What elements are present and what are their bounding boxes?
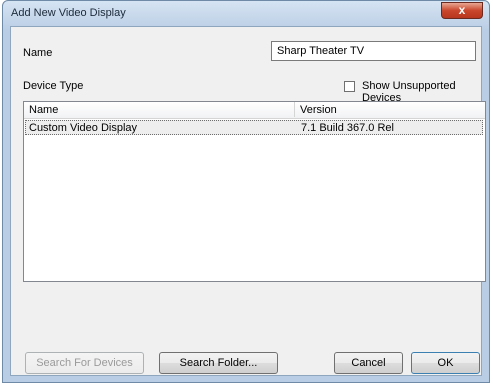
dialog-client-area: Name Device Type Show Unsupported Device…: [10, 26, 486, 376]
list-row[interactable]: Custom Video Display 7.1 Build 367.0 Rel: [25, 120, 483, 135]
title-bar[interactable]: Add New Video Display x: [3, 1, 489, 25]
dialog-window: Add New Video Display x Name Device Type…: [2, 0, 490, 383]
column-header-name[interactable]: Name: [29, 104, 58, 116]
name-label: Name: [23, 47, 53, 59]
show-unsupported-checkbox[interactable]: [344, 81, 355, 92]
search-for-devices-button[interactable]: Search For Devices: [25, 352, 144, 374]
column-divider[interactable]: [294, 102, 295, 117]
row-device-version: 7.1 Build 367.0 Rel: [301, 122, 394, 134]
close-button[interactable]: x: [441, 2, 483, 19]
ok-button[interactable]: OK: [411, 352, 480, 374]
list-header: Name Version: [24, 102, 485, 119]
device-list[interactable]: Name Version Custom Video Display 7.1 Bu…: [23, 101, 486, 282]
device-type-label: Device Type: [23, 80, 84, 92]
column-header-version[interactable]: Version: [300, 104, 337, 116]
name-input[interactable]: [271, 41, 476, 61]
window-title: Add New Video Display: [11, 7, 126, 19]
search-folder-button[interactable]: Search Folder...: [159, 352, 278, 374]
cancel-button[interactable]: Cancel: [334, 352, 403, 374]
row-device-name: Custom Video Display: [29, 122, 138, 134]
close-icon: x: [458, 3, 466, 17]
